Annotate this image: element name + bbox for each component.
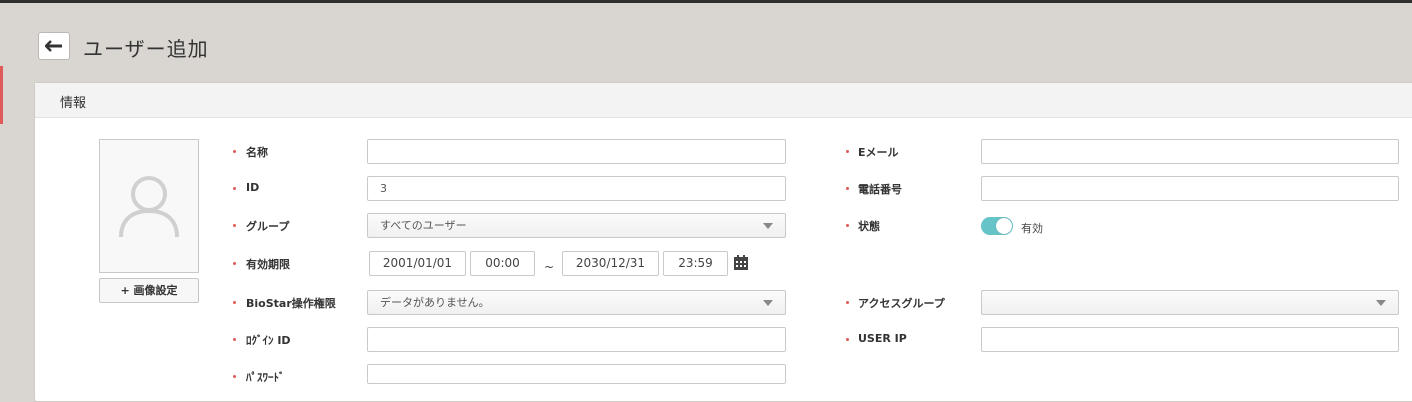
required-bullet xyxy=(233,224,236,227)
biostar-permission-value: データがありません。 xyxy=(380,296,490,309)
name-label: 名称 xyxy=(246,146,268,159)
biostar-permission-select[interactable]: データがありません。 xyxy=(367,290,786,315)
dropdown-caret-icon xyxy=(763,223,773,229)
info-panel: 情報 xyxy=(34,82,1412,402)
required-bullet xyxy=(846,301,849,304)
user-ip-label: USER IP xyxy=(858,332,907,345)
back-button[interactable] xyxy=(38,32,70,60)
login-id-label: ﾛｸﾞｲﾝ ID xyxy=(246,334,291,347)
id-input[interactable]: 3 xyxy=(367,176,786,201)
password-label: ﾊﾟｽﾜｰﾄﾞ xyxy=(246,371,285,384)
dropdown-caret-icon xyxy=(1376,300,1386,306)
required-bullet xyxy=(846,187,849,190)
user-photo xyxy=(99,139,199,273)
password-input[interactable] xyxy=(367,364,786,384)
side-tab-marker xyxy=(0,66,3,124)
page-title: ユーザー追加 xyxy=(83,37,209,61)
date-range-separator: ~ xyxy=(544,260,555,274)
group-label: グループ xyxy=(246,220,290,233)
required-bullet xyxy=(846,224,849,227)
required-bullet xyxy=(233,187,236,190)
start-time-input[interactable]: 00:00 xyxy=(470,251,535,276)
phone-input[interactable] xyxy=(981,176,1399,201)
status-toggle-label: 有効 xyxy=(1021,222,1043,235)
phone-label: 電話番号 xyxy=(858,183,902,196)
status-toggle[interactable] xyxy=(981,217,1013,235)
end-date-input[interactable]: 2030/12/31 xyxy=(562,251,659,276)
back-arrow-icon xyxy=(45,40,62,52)
required-bullet xyxy=(846,338,849,341)
group-select-value: すべてのユーザー xyxy=(380,219,467,232)
id-label: ID xyxy=(246,181,260,194)
top-edge-bar xyxy=(0,0,1412,3)
required-bullet xyxy=(233,262,236,265)
panel-title: 情報 xyxy=(60,96,87,111)
required-bullet xyxy=(233,150,236,153)
end-time-input[interactable]: 23:59 xyxy=(663,251,728,276)
email-input[interactable] xyxy=(981,139,1399,164)
login-id-input[interactable] xyxy=(367,327,786,352)
dropdown-caret-icon xyxy=(763,300,773,306)
required-bullet xyxy=(233,301,236,304)
user-placeholder-icon xyxy=(119,176,179,238)
required-bullet xyxy=(233,375,236,378)
panel-header: 情報 xyxy=(35,83,1412,118)
required-bullet xyxy=(233,338,236,341)
biostar-permission-label: BioStar操作権限 xyxy=(246,297,336,310)
user-ip-input[interactable] xyxy=(981,327,1399,352)
access-group-label: アクセスグループ xyxy=(858,297,945,310)
set-image-button[interactable]: + 画像設定 xyxy=(99,278,199,303)
name-input[interactable] xyxy=(367,139,786,164)
access-group-select[interactable] xyxy=(981,290,1399,315)
toggle-knob xyxy=(996,218,1012,234)
email-label: Eメール xyxy=(858,146,899,159)
calendar-icon[interactable] xyxy=(734,255,748,270)
required-bullet xyxy=(846,150,849,153)
group-select[interactable]: すべてのユーザー xyxy=(367,213,786,238)
status-label: 状態 xyxy=(858,220,880,233)
start-date-input[interactable]: 2001/01/01 xyxy=(369,251,466,276)
validity-label: 有効期限 xyxy=(246,258,290,271)
